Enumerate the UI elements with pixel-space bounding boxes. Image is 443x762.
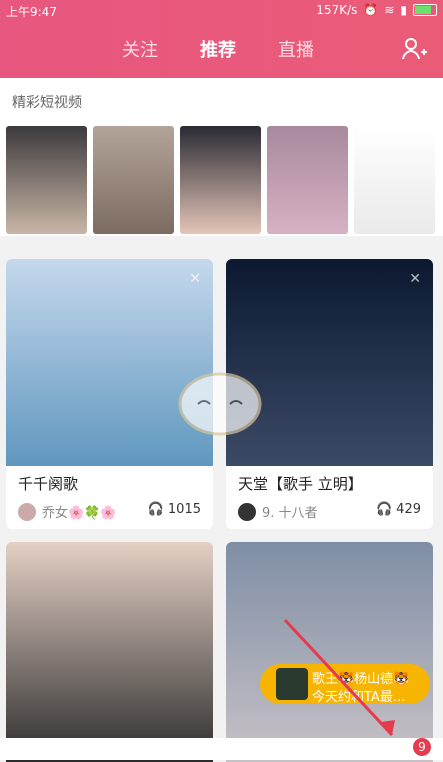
bottom-nav: 9 bbox=[0, 738, 443, 760]
watermark-mascot bbox=[178, 372, 262, 436]
notification-badge: 9 bbox=[413, 738, 431, 756]
